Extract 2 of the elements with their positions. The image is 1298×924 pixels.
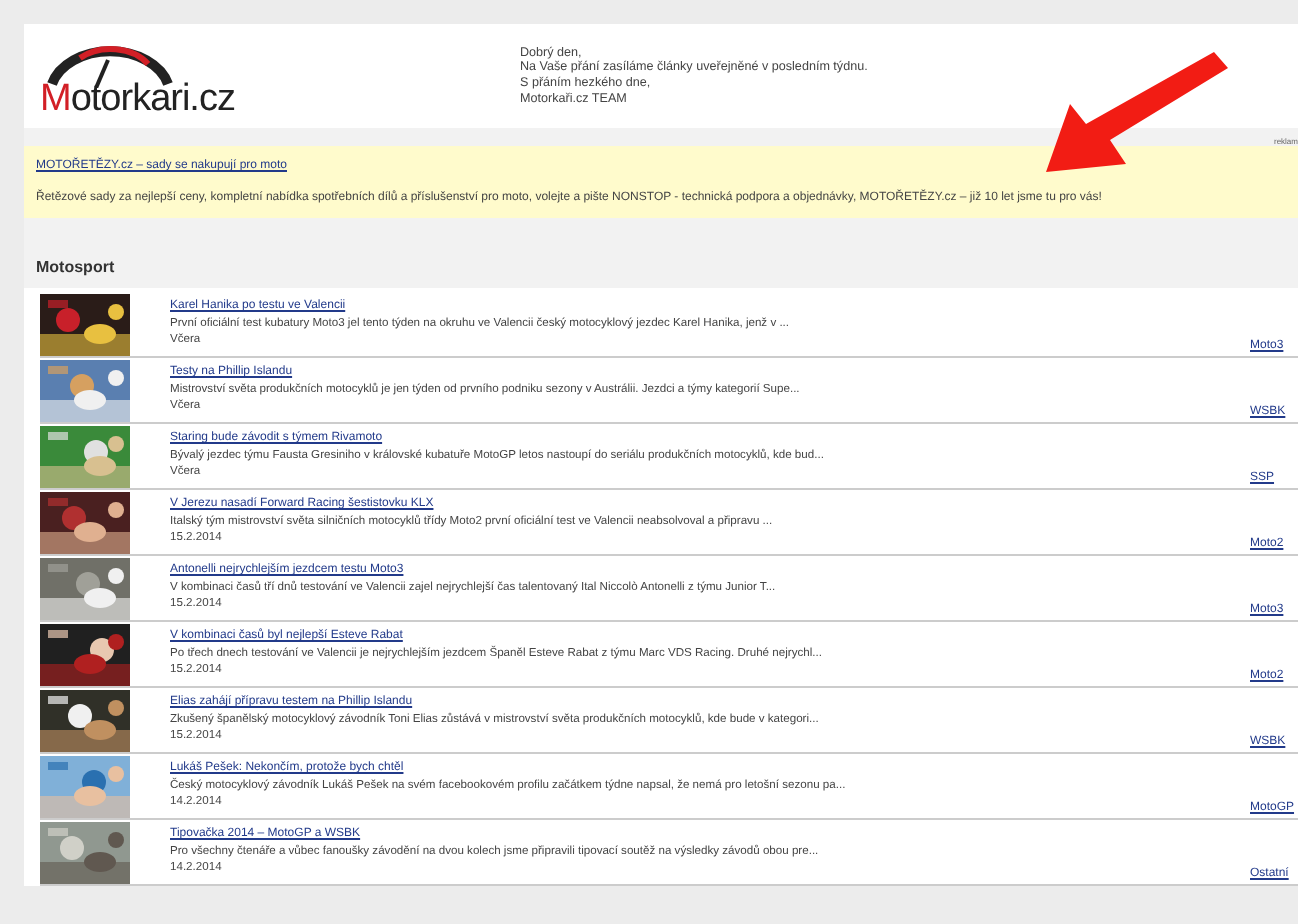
section-title: Motosport bbox=[36, 258, 115, 276]
logo: Motorkari.cz bbox=[40, 79, 237, 117]
